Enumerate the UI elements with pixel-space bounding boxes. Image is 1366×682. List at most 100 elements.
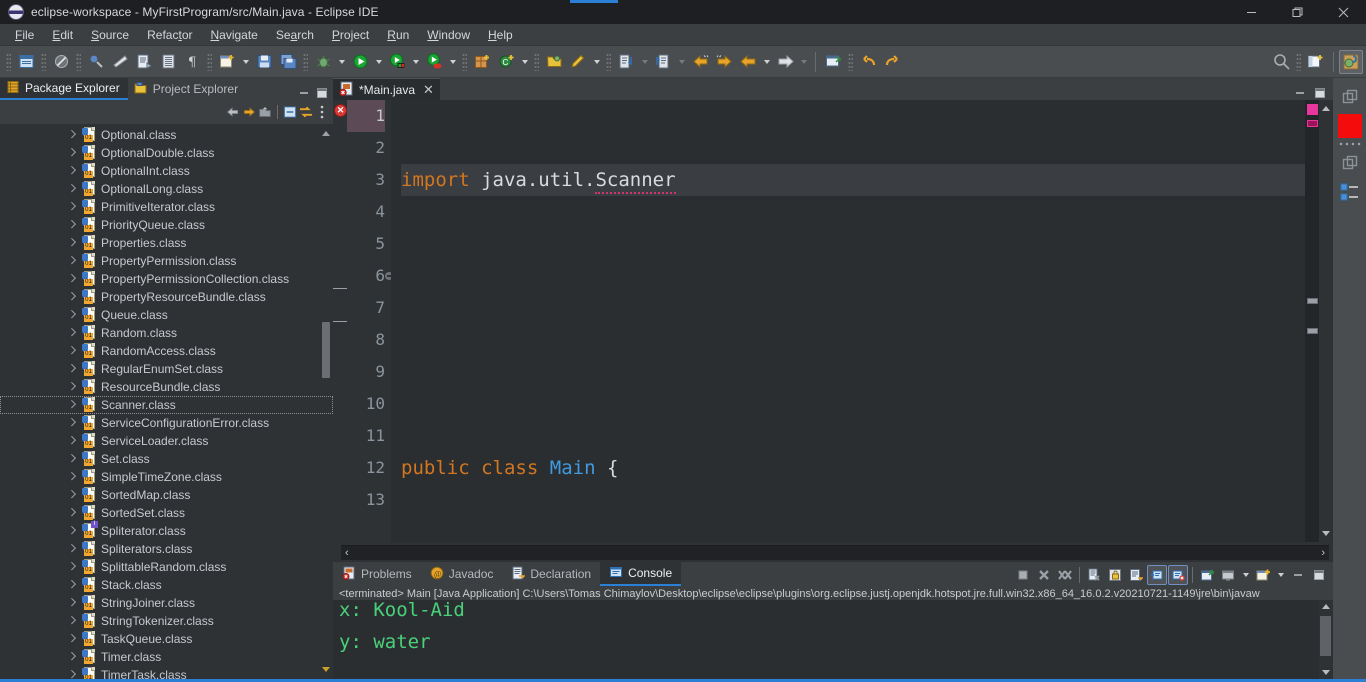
new-console-view-dropdown-icon[interactable] [1274,564,1287,586]
collapse-up-icon[interactable] [258,105,272,119]
line-number[interactable]: 12 [347,452,385,484]
tree-item[interactable]: 01 PrimitiveIterator.class [0,198,333,216]
editor-annotation-ruler[interactable]: ✕ [333,100,347,542]
perspective-grip[interactable] [1337,140,1362,148]
prev-edit-dropdown-icon[interactable] [760,51,773,73]
line-number[interactable]: 8 [347,324,385,356]
menu-help[interactable]: Help [479,25,522,45]
chevron-right-icon[interactable] [68,166,77,175]
line-number[interactable]: 3 [347,164,385,196]
menu-window[interactable]: Window [418,25,479,45]
tree-item[interactable]: 01 SimpleTimeZone.class [0,468,333,486]
toolbar-grip[interactable] [534,52,539,71]
chevron-right-icon[interactable] [68,616,77,625]
chevron-right-icon[interactable] [68,418,77,427]
chevron-right-icon[interactable] [68,400,77,409]
no-entry-icon[interactable] [49,50,73,74]
chevron-right-icon[interactable] [68,202,77,211]
minimize-view-icon[interactable] [297,86,311,100]
hscroll-left-arrow[interactable]: ‹ [345,547,349,559]
run-last-dropdown-icon[interactable] [409,51,422,73]
previous-annotation-icon[interactable] [651,50,675,74]
menu-source[interactable]: Source [82,25,138,45]
chevron-right-icon[interactable] [68,562,77,571]
forward-icon[interactable] [712,50,736,74]
hscroll-track[interactable]: ‹ › [341,544,1329,560]
line-number[interactable]: 13 [347,484,385,516]
editor-vertical-scrollbar[interactable] [1319,100,1333,542]
line-number[interactable]: 4 [347,196,385,228]
display-selected-console-icon[interactable] [1218,565,1238,585]
line-number[interactable]: 10 [347,388,385,420]
display-selected-console-dropdown-icon[interactable] [1239,564,1252,586]
run-icon[interactable] [348,50,372,74]
undo-icon[interactable] [856,50,880,74]
tree-item[interactable]: 01 SplittableRandom.class [0,558,333,576]
toolbar-grip[interactable] [848,52,853,71]
editor-overview-ruler[interactable] [1305,100,1319,542]
perspective-marker[interactable] [1337,114,1362,138]
new-console-view-icon[interactable] [1253,565,1273,585]
chevron-right-icon[interactable] [68,544,77,553]
chevron-right-icon[interactable] [68,292,77,301]
restore-icon[interactable] [1274,0,1320,24]
tree-item[interactable]: 01 PriorityQueue.class [0,216,333,234]
java-perspective-icon[interactable] [1339,49,1363,74]
tab-project-explorer[interactable]: Project Explorer [128,78,246,100]
toolbar-grip[interactable] [606,52,611,71]
line-number[interactable]: 7 [347,292,385,324]
fast-view-icon[interactable] [1333,148,1366,178]
error-marker-icon[interactable]: ✕ [334,104,347,117]
close-icon[interactable]: ✕ [423,82,434,98]
chevron-right-icon[interactable] [68,256,77,265]
toolbar-overflow-icon[interactable] [1296,52,1301,71]
scroll-up-icon[interactable] [321,128,331,140]
terminate-icon[interactable] [1013,565,1033,585]
minimize-icon[interactable] [1228,0,1274,24]
link-with-editor-icon[interactable] [299,105,313,119]
tree-item[interactable]: 01 StringJoiner.class [0,594,333,612]
chevron-right-icon[interactable] [68,508,77,517]
tree-item[interactable]: 01 TimerTask.class [0,666,333,679]
tree-item[interactable]: 01 Spliterators.class [0,540,333,558]
next-edit-icon[interactable] [773,50,797,74]
line-number[interactable]: 9 [347,356,385,388]
chevron-right-icon[interactable] [68,580,77,589]
line-number[interactable]: 6 [347,260,393,292]
tree-item[interactable]: 01 RegularEnumSet.class [0,360,333,378]
chevron-right-icon[interactable] [68,382,77,391]
overview-change-marker[interactable] [1307,328,1318,334]
tab-declaration[interactable]: Declaration [502,562,600,586]
remove-all-launches-icon[interactable] [1055,565,1075,585]
chevron-right-icon[interactable] [68,598,77,607]
redo-icon[interactable] [880,50,904,74]
scroll-down-icon[interactable] [1322,670,1330,675]
editor-horizontal-scrollbar[interactable]: ‹ › [333,542,1333,562]
search-icon[interactable] [1269,50,1293,74]
new-wizard-dropdown-icon[interactable] [239,51,252,73]
editor-code-area[interactable]: import java.util.Scanner public class Ma… [391,100,1305,542]
scroll-down-icon[interactable] [1322,531,1330,536]
tree-item[interactable]: 01 ServiceLoader.class [0,432,333,450]
save-all-icon[interactable] [276,50,300,74]
open-task-icon[interactable] [156,50,180,74]
toolbar-grip[interactable] [303,52,308,71]
minimize-editor-icon[interactable] [1293,86,1307,100]
minimize-icon[interactable] [1288,565,1308,585]
menu-refactor[interactable]: Refactor [138,25,201,45]
tree-item[interactable]: 01 SortedMap.class [0,486,333,504]
chevron-right-icon[interactable] [68,490,77,499]
restore-perspective-icon[interactable] [1333,82,1366,112]
chevron-right-icon[interactable] [68,346,77,355]
previous-annotation-dropdown-icon[interactable] [675,51,688,73]
next-annotation-dropdown-icon[interactable] [638,51,651,73]
chevron-right-icon[interactable] [68,634,77,643]
chevron-right-icon[interactable] [68,670,77,679]
tree-item[interactable]: 01 PropertyResourceBundle.class [0,288,333,306]
toolbar-grip[interactable] [6,52,11,71]
toolbar-grip[interactable] [462,52,467,71]
word-wrap-icon[interactable] [1126,565,1146,585]
tree-item[interactable]: 01 TaskQueue.class [0,630,333,648]
back-icon[interactable] [226,105,240,119]
toolbar-grip[interactable] [76,52,81,71]
